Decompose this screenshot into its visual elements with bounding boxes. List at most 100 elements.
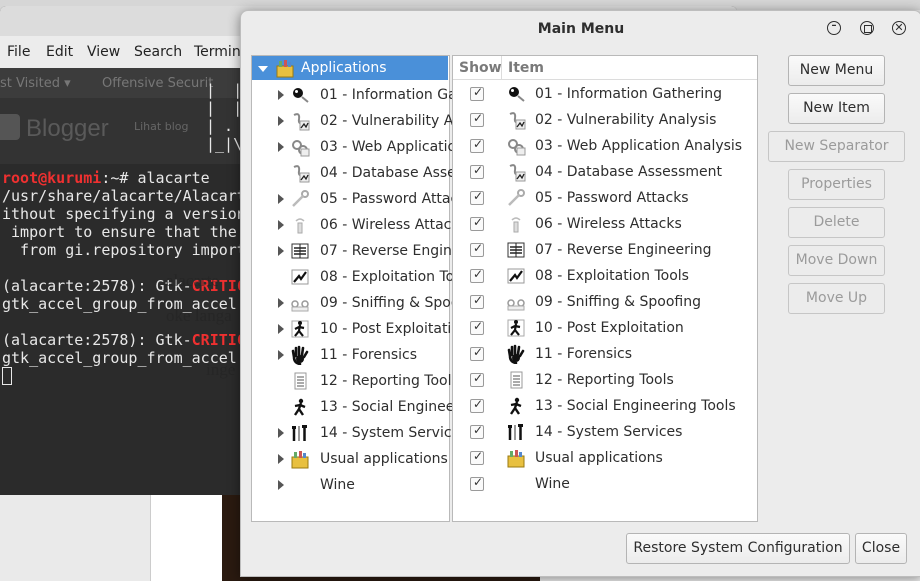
expander-collapsed-icon[interactable]	[278, 116, 284, 126]
properties-button[interactable]: Properties	[788, 169, 885, 200]
expander-collapsed-icon[interactable]	[278, 454, 284, 464]
tree-item[interactable]: Usual applications	[252, 446, 448, 472]
tree-item[interactable]: 01 - Information Gat	[252, 82, 462, 108]
list-item[interactable]: ✓ Usual applications	[453, 445, 756, 471]
tree-item[interactable]: 03 - Web Application	[252, 134, 465, 160]
delete-button[interactable]: Delete	[788, 207, 885, 238]
tree-item[interactable]: 07 - Reverse Enginee	[252, 238, 469, 264]
minimize-button[interactable]: –	[827, 21, 841, 35]
expander-collapsed-icon[interactable]	[278, 246, 284, 256]
tree-item[interactable]: 05 - Password Attack	[252, 186, 466, 212]
show-checkbox[interactable]: ✓	[470, 137, 484, 153]
list-item[interactable]: ✓ Wine	[453, 471, 756, 497]
column-header-show[interactable]: Show	[453, 56, 502, 80]
move-up-button[interactable]: Move Up	[788, 283, 885, 314]
vulnerability-icon	[290, 111, 310, 131]
show-checkbox[interactable]: ✓	[470, 423, 484, 439]
list-item[interactable]: ✓ 08 - Exploitation Tools	[453, 263, 756, 289]
close-window-button[interactable]: ✕	[892, 21, 906, 35]
tree-item-applications[interactable]: Applications	[252, 56, 448, 80]
bookmark-offensive-security[interactable]: Offensive Securit	[102, 76, 213, 91]
terminal-menu-edit[interactable]: Edit	[46, 44, 73, 60]
list-item-label: 08 - Exploitation Tools	[535, 268, 689, 284]
new-separator-button[interactable]: New Separator	[768, 131, 905, 162]
list-item[interactable]: ✓ 07 - Reverse Engineering	[453, 237, 756, 263]
list-item[interactable]: ✓ 10 - Post Exploitation	[453, 315, 756, 341]
bookmark-most-visited[interactable]: st Visited ▾	[0, 76, 71, 91]
list-item[interactable]: ✓ 05 - Password Attacks	[453, 185, 756, 211]
tree-item[interactable]: Wine	[252, 472, 448, 498]
expander-open-icon[interactable]	[258, 66, 268, 72]
tree-item[interactable]: 14 - System Services	[252, 420, 467, 446]
show-checkbox[interactable]: ✓	[470, 85, 484, 101]
list-item-label: 13 - Social Engineering Tools	[535, 398, 736, 414]
expander-collapsed-icon[interactable]	[278, 480, 284, 490]
list-item[interactable]: ✓ 11 - Forensics	[453, 341, 756, 367]
checkmark-icon: ✓	[472, 163, 484, 177]
tree-item[interactable]: 11 - Forensics	[252, 342, 448, 368]
show-checkbox[interactable]: ✓	[470, 449, 484, 465]
list-item[interactable]: ✓ 13 - Social Engineering Tools	[453, 393, 756, 419]
show-checkbox[interactable]: ✓	[470, 397, 484, 413]
list-item[interactable]: ✓ 06 - Wireless Attacks	[453, 211, 756, 237]
show-checkbox[interactable]: ✓	[470, 241, 484, 257]
expander-collapsed-icon[interactable]	[278, 298, 284, 308]
list-item[interactable]: ✓ 03 - Web Application Analysis	[453, 133, 756, 159]
post-exploitation-icon	[290, 319, 310, 339]
list-item[interactable]: ✓ 04 - Database Assessment	[453, 159, 756, 185]
terminal-menu-file[interactable]: File	[7, 44, 30, 60]
column-header-item[interactable]: Item	[502, 56, 757, 80]
new-item-button[interactable]: New Item	[788, 93, 885, 124]
list-item[interactable]: ✓ 09 - Sniffing & Spoofing	[453, 289, 756, 315]
tree-item[interactable]: 12 - Reporting Tools	[252, 368, 459, 394]
show-checkbox[interactable]: ✓	[470, 319, 484, 335]
expander-collapsed-icon[interactable]	[278, 350, 284, 360]
list-item[interactable]: ✓ 14 - System Services	[453, 419, 756, 445]
expander-collapsed-icon[interactable]	[278, 428, 284, 438]
list-item-label: 07 - Reverse Engineering	[535, 242, 712, 258]
show-checkbox[interactable]: ✓	[470, 189, 484, 205]
list-item[interactable]: ✓ 01 - Information Gathering	[453, 81, 756, 107]
menu-tree[interactable]: Applications 01 - Information Gat 02 - Vu…	[251, 55, 470, 522]
tree-item[interactable]: 08 - Exploitation Too	[252, 264, 463, 290]
expander-collapsed-icon[interactable]	[278, 324, 284, 334]
checkmark-icon: ✓	[472, 137, 484, 151]
show-checkbox[interactable]: ✓	[470, 267, 484, 283]
close-button[interactable]: Close	[855, 533, 907, 564]
password-icon	[506, 188, 526, 208]
report-icon	[290, 371, 310, 391]
show-checkbox[interactable]: ✓	[470, 345, 484, 361]
tree-item-label: 08 - Exploitation Too	[320, 269, 463, 285]
tree-item[interactable]: 04 - Database Assess	[252, 160, 470, 186]
show-checkbox[interactable]: ✓	[470, 111, 484, 127]
restore-system-configuration-button[interactable]: Restore System Configuration	[626, 533, 850, 564]
show-checkbox[interactable]: ✓	[470, 475, 484, 491]
tree-item-label: 03 - Web Application	[320, 139, 465, 155]
tree-item[interactable]: 13 - Social Engineeri	[252, 394, 464, 420]
maximize-icon	[863, 24, 872, 33]
maximize-button[interactable]	[860, 21, 874, 35]
tree-item[interactable]: 09 - Sniffing & Spoo	[252, 290, 459, 316]
move-down-button[interactable]: Move Down	[788, 245, 885, 276]
list-item[interactable]: ✓ 12 - Reporting Tools	[453, 367, 756, 393]
expander-collapsed-icon[interactable]	[278, 90, 284, 100]
tree-item-label: 05 - Password Attack	[320, 191, 467, 207]
tree-item[interactable]: 10 - Post Exploitation	[252, 316, 469, 342]
tree-item[interactable]: 06 - Wireless Attack	[252, 212, 460, 238]
expander-collapsed-icon[interactable]	[278, 220, 284, 230]
new-menu-button[interactable]: New Menu	[788, 55, 885, 86]
show-checkbox[interactable]: ✓	[470, 215, 484, 231]
terminal-menu-search[interactable]: Search	[134, 44, 182, 60]
show-checkbox[interactable]: ✓	[470, 293, 484, 309]
ghost-text-1: alacarte	[166, 271, 219, 290]
blogger-view-link[interactable]: Lihat blog	[134, 120, 188, 133]
show-checkbox[interactable]: ✓	[470, 163, 484, 179]
tree-item[interactable]: 02 - Vulnerability An	[252, 108, 462, 134]
list-item[interactable]: ✓ 02 - Vulnerability Analysis	[453, 107, 756, 133]
menu-items-list[interactable]: Show Item ✓ 01 - Information Gathering ✓ 02…	[452, 55, 758, 522]
expander-collapsed-icon[interactable]	[278, 142, 284, 152]
show-checkbox[interactable]: ✓	[470, 371, 484, 387]
expander-collapsed-icon[interactable]	[278, 194, 284, 204]
list-item-label: 10 - Post Exploitation	[535, 320, 684, 336]
terminal-menu-view[interactable]: View	[87, 44, 120, 60]
